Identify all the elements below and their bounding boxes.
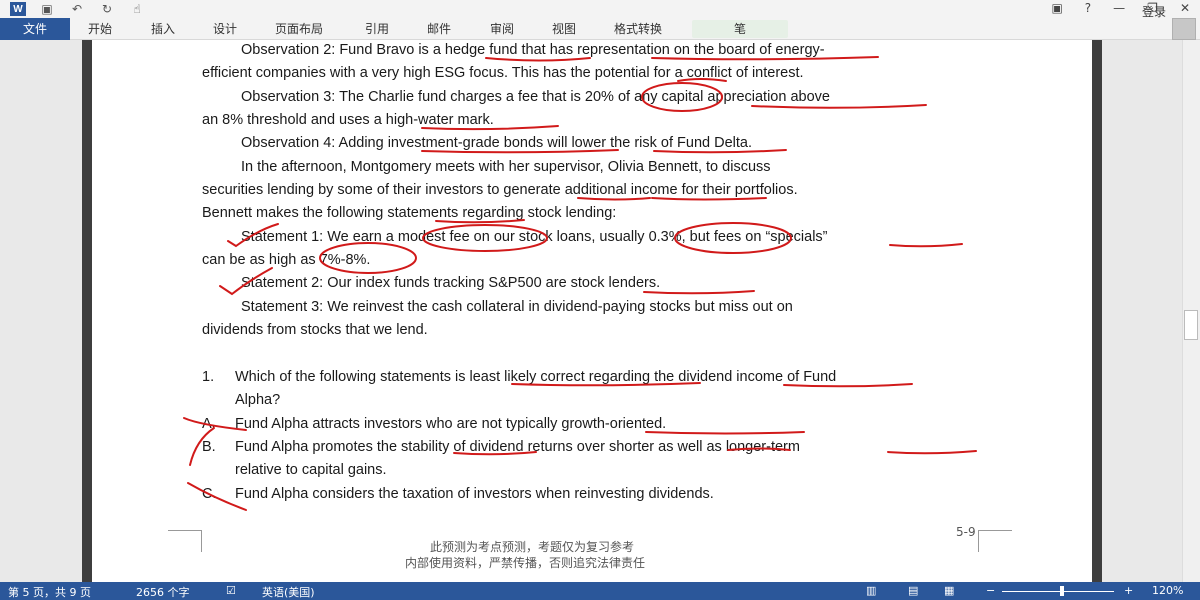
title-bar: W ▣ ↶ ↻ ☝ ▣ ? — ❐ ✕ (0, 0, 1200, 18)
zoom-level[interactable]: 120% (1152, 584, 1183, 597)
ribbon-tabs: 文件 开始 插入 设计 页面布局 引用 邮件 审阅 视图 格式转换 笔 (0, 18, 1200, 40)
option-c-letter: C. (202, 486, 217, 502)
minimize-icon[interactable]: — (1113, 1, 1125, 15)
web-layout-icon[interactable]: ▦ (944, 584, 954, 597)
redo-icon[interactable]: ↻ (98, 1, 116, 17)
option-b-text-continued: relative to capital gains. (235, 462, 387, 478)
touch-mode-icon[interactable]: ☝ (128, 1, 146, 17)
status-language[interactable]: 英语(美国) (262, 584, 315, 600)
print-layout-icon[interactable]: ▤ (908, 584, 918, 597)
word-app-icon: W (10, 2, 26, 16)
save-icon[interactable]: ▣ (38, 1, 56, 17)
question-stem-line-1: Which of the following statements is lea… (235, 369, 837, 385)
body-line-2: efficient companies with a very high ESG… (202, 65, 804, 81)
quick-access-toolbar: W ▣ ↶ ↻ ☝ (10, 1, 146, 17)
tab-file[interactable]: 文件 (0, 18, 70, 40)
option-b-letter: B. (202, 439, 216, 455)
body-line-7: securities lending by some of their inve… (202, 182, 798, 198)
proofing-icon[interactable]: ☑ (226, 584, 236, 597)
body-line-4: an 8% threshold and uses a high-water ma… (202, 112, 494, 128)
option-a-text: Fund Alpha attracts investors who are no… (235, 416, 667, 432)
ribbon-display-icon[interactable]: ▣ (1051, 1, 1062, 15)
statement-2: Statement 2: Our index funds tracking S&… (241, 275, 661, 291)
tab-mailings[interactable]: 邮件 (427, 20, 451, 38)
tab-page-layout[interactable]: 页面布局 (275, 20, 323, 38)
help-icon[interactable]: ? (1085, 1, 1091, 15)
page-corner-mark-right (978, 530, 1012, 552)
tab-insert[interactable]: 插入 (151, 20, 175, 38)
scrollbar-thumb[interactable] (1184, 310, 1198, 340)
vertical-scrollbar[interactable] (1182, 40, 1200, 582)
zoom-slider[interactable] (1002, 591, 1114, 592)
statement-3-line-1: Statement 3: We reinvest the cash collat… (241, 299, 793, 315)
tab-view[interactable]: 视图 (552, 20, 576, 38)
footer-line-2: 内部使用资料，严禁传播，否则追究法律责任 (405, 556, 646, 570)
option-b-text: Fund Alpha promotes the stability of div… (235, 439, 800, 455)
login-link[interactable]: 登录 (1142, 3, 1166, 20)
zoom-in-button[interactable]: + (1124, 584, 1133, 597)
statement-3-line-2: dividends from stocks that we lend. (202, 322, 428, 338)
option-c-text: Fund Alpha considers the taxation of inv… (235, 486, 714, 502)
status-bar: 第 5 页，共 9 页 2656 个字 ☑ 英语(美国) ▥ ▤ ▦ − + 1… (0, 582, 1200, 600)
statement-1-line-2: can be as high as 7%-8%. (202, 252, 371, 268)
page-number: 5-9 (956, 525, 976, 539)
statement-1-line-1: Statement 1: We earn a modest fee on our… (241, 229, 828, 245)
status-page-count[interactable]: 第 5 页，共 9 页 (8, 584, 91, 600)
status-word-count[interactable]: 2656 个字 (136, 584, 190, 600)
question-stem-line-2: Alpha? (235, 392, 281, 408)
tab-references[interactable]: 引用 (365, 20, 389, 38)
close-icon[interactable]: ✕ (1180, 1, 1190, 15)
option-a-letter: A. (202, 416, 216, 432)
tab-review[interactable]: 审阅 (490, 20, 514, 38)
zoom-out-button[interactable]: − (986, 584, 995, 597)
body-line-8: Bennett makes the following statements r… (202, 205, 617, 221)
body-line-6: In the afternoon, Montgomery meets with … (241, 159, 771, 175)
page-corner-mark-left (168, 530, 202, 552)
tab-pen[interactable]: 笔 (692, 20, 788, 38)
body-line-1: Observation 2: Fund Bravo is a hedge fun… (241, 42, 825, 58)
footer-line-1: 此预测为考点预测，考题仅为复习参考 (430, 540, 635, 554)
avatar[interactable] (1172, 18, 1196, 40)
body-line-3: Observation 3: The Charlie fund charges … (241, 89, 830, 105)
zoom-slider-thumb[interactable] (1060, 586, 1064, 596)
body-line-5: Observation 4: Adding investment-grade b… (241, 135, 752, 151)
tab-design[interactable]: 设计 (213, 20, 237, 38)
tab-home[interactable]: 开始 (88, 20, 112, 38)
window-controls: ▣ ? — ❐ ✕ (1051, 1, 1190, 15)
question-number: 1. (202, 369, 215, 385)
read-mode-icon[interactable]: ▥ (866, 584, 876, 597)
undo-icon[interactable]: ↶ (68, 1, 86, 17)
tab-format-convert[interactable]: 格式转换 (614, 20, 662, 38)
